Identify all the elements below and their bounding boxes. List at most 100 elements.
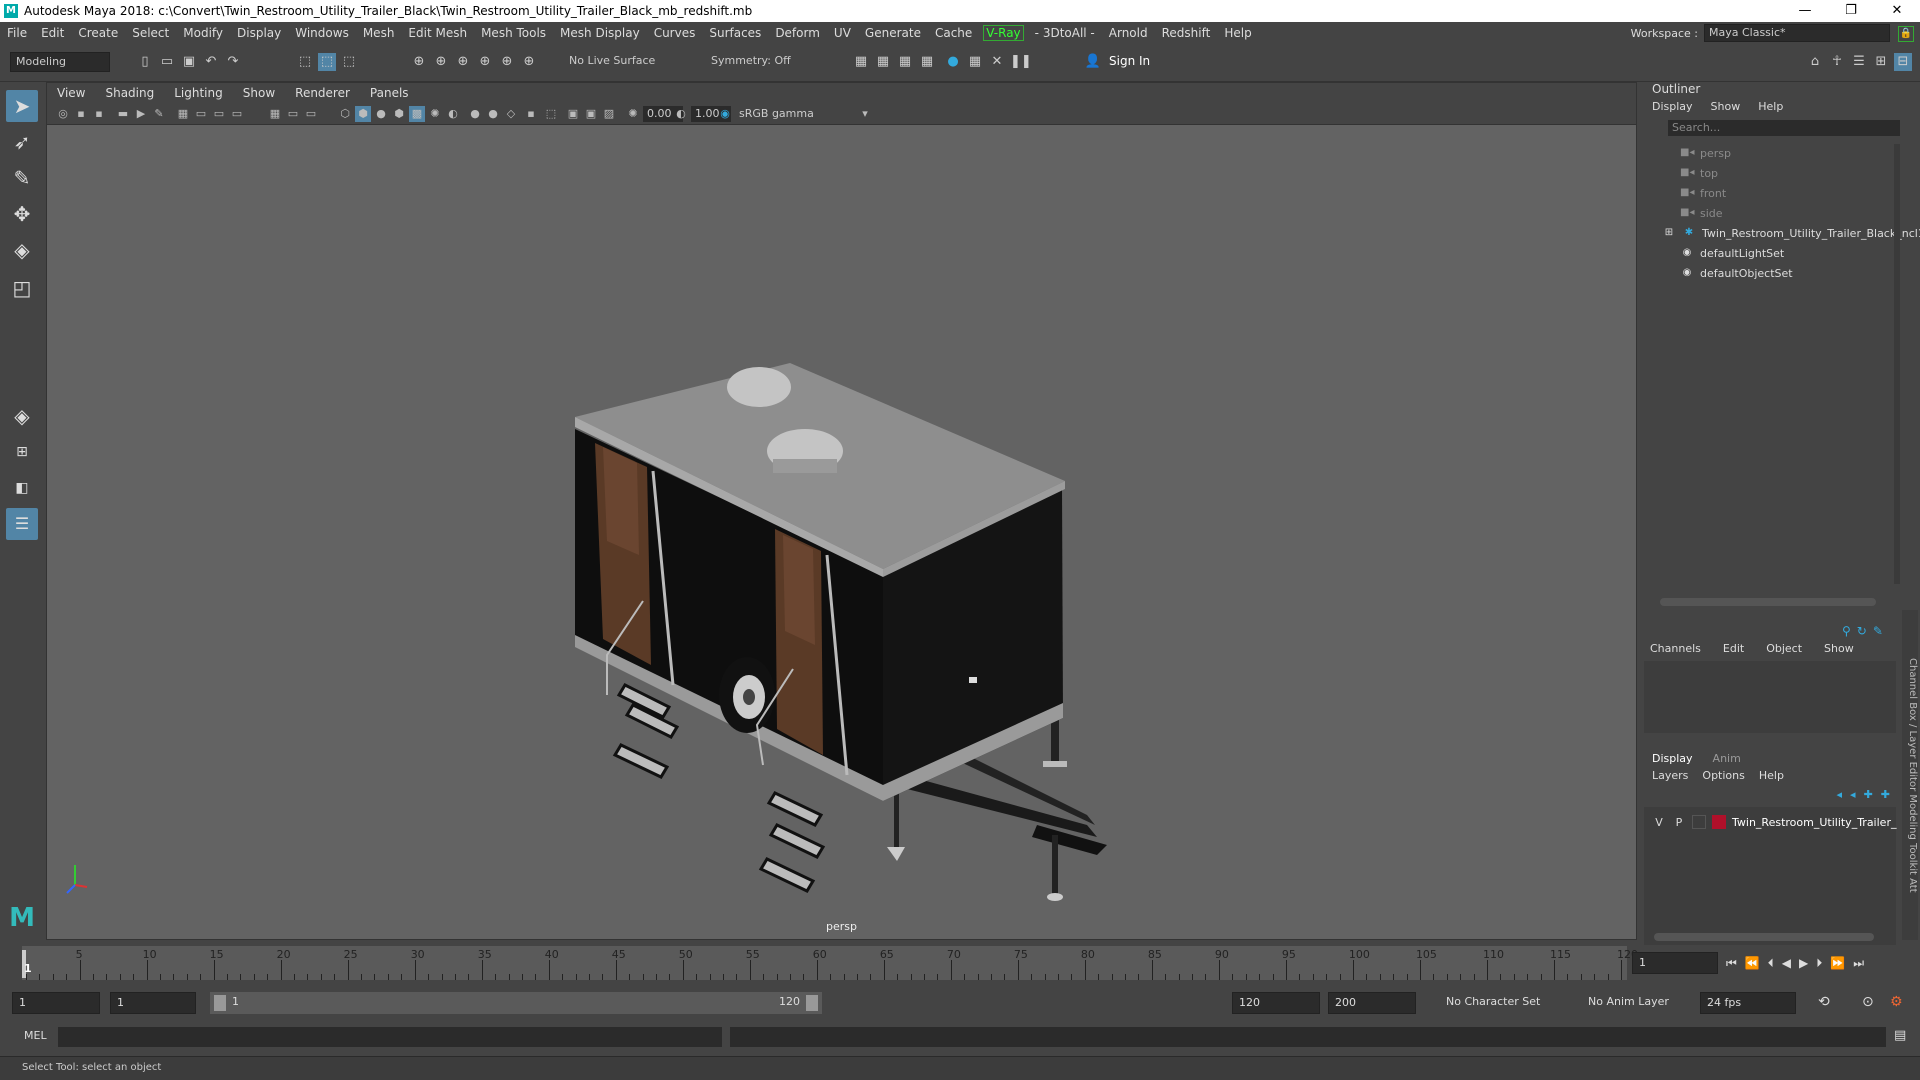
menu-file[interactable]: File (0, 26, 34, 40)
render-settings-icon[interactable]: ▦ (918, 53, 936, 71)
go-to-start-icon[interactable]: ⏮ (1726, 956, 1737, 971)
live-surface-field[interactable]: No Live Surface (564, 52, 664, 72)
side-tabs[interactable]: Channel Box / Layer Editor Modeling Tool… (1902, 610, 1918, 940)
chevron-down-icon[interactable]: ▾ (857, 106, 873, 122)
menu-arnold[interactable]: Arnold (1102, 26, 1155, 40)
channel-box-icon[interactable]: ⊟ (1894, 53, 1912, 71)
smooth-shade-icon[interactable]: ⬢ (355, 106, 371, 122)
menu-curves[interactable]: Curves (647, 26, 703, 40)
two-view-icon[interactable]: ◧ (6, 472, 38, 504)
script-editor-icon[interactable]: ▤ (1894, 1028, 1906, 1043)
menu-surfaces[interactable]: Surfaces (702, 26, 768, 40)
current-frame-field[interactable]: 1 (1632, 952, 1718, 974)
close-button[interactable]: ✕ (1874, 0, 1920, 22)
timeline-track[interactable]: 1 5 10 15 20 25 30 35 40 45 50 55 60 65 70 75 80 85 90 95 1… (22, 946, 1638, 980)
undo-icon[interactable]: ↶ (202, 53, 220, 71)
shadows-icon[interactable]: ◐ (445, 106, 461, 122)
image-plane-icon[interactable]: ▬ (115, 106, 131, 122)
outliner-item-side[interactable]: ■◂ side (1680, 204, 1723, 222)
move-layer-down-icon[interactable]: ◂ (1850, 788, 1856, 801)
menu-modify[interactable]: Modify (176, 26, 230, 40)
outliner-item-default-object-set[interactable]: ◉ defaultObjectSet (1680, 264, 1793, 282)
menu-mesh[interactable]: Mesh (356, 26, 402, 40)
layer-tab-anim[interactable]: Anim (1713, 752, 1741, 765)
hypershade-icon[interactable]: ● (944, 53, 962, 71)
rotate-tool-icon[interactable]: ◈ (6, 234, 38, 266)
go-to-end-icon[interactable]: ⏭ (1853, 956, 1864, 971)
grease-pencil-icon[interactable]: ✎ (151, 106, 167, 122)
exposure-icon[interactable]: ✺ (625, 106, 641, 122)
outliner-item-persp[interactable]: ■◂ persp (1680, 144, 1731, 162)
preferences-icon[interactable]: ⚙ (1890, 994, 1903, 1010)
auto-key-icon[interactable]: ⊙ (1862, 994, 1874, 1010)
layer-tab-display[interactable]: Display (1652, 752, 1693, 765)
layer-color-swatch[interactable] (1712, 815, 1726, 829)
xray-icon[interactable]: ▣ (565, 106, 581, 122)
channel-menu-object[interactable]: Object (1766, 642, 1802, 655)
character-controls-icon[interactable]: ☥ (1828, 53, 1846, 71)
animation-end-field[interactable]: 200 (1328, 992, 1416, 1014)
select-tool-icon[interactable]: ➤ (6, 90, 38, 122)
color-management-icon[interactable]: ◉ (717, 106, 733, 122)
select-hierarchy-icon[interactable]: ⬚ (296, 53, 314, 71)
anti-aliasing-icon[interactable]: ◇ (503, 106, 519, 122)
snap-surface-icon[interactable]: ⊕ (498, 53, 516, 71)
viewport-panel[interactable]: View Shading Lighting Show Renderer Pane… (46, 82, 1637, 940)
maximize-button[interactable]: ❐ (1828, 0, 1874, 22)
character-set-dropdown[interactable]: No Character Set (1440, 992, 1576, 1014)
bookmarks-icon[interactable]: ▪ (91, 106, 107, 122)
viewport-menu-renderer[interactable]: Renderer (285, 86, 360, 100)
snap-curve-icon[interactable]: ⊕ (432, 53, 450, 71)
wireframe-on-shaded-icon[interactable]: ⬢ (391, 106, 407, 122)
depth-of-field-icon[interactable]: ▪ (523, 106, 539, 122)
gate-mask-icon[interactable]: ▭ (229, 106, 245, 122)
menu-windows[interactable]: Windows (288, 26, 356, 40)
new-layer-selected-icon[interactable]: ✚ (1881, 788, 1890, 801)
snap-point-icon[interactable]: ⊕ (454, 53, 472, 71)
viewport-menu-panels[interactable]: Panels (360, 86, 419, 100)
viewport-menu-show[interactable]: Show (233, 86, 285, 100)
outliner-layout-icon[interactable]: ☰ (6, 508, 38, 540)
menu-redshift[interactable]: Redshift (1155, 26, 1218, 40)
loop-icon[interactable]: ⟲ (1818, 994, 1830, 1010)
step-forward-key-icon[interactable]: ⏩ (1830, 956, 1845, 971)
range-end-handle[interactable] (806, 995, 818, 1011)
outliner-item-trailer[interactable]: ⊞ ✱ Twin_Restroom_Utility_Trailer_Black_nc… (1662, 224, 1920, 242)
open-scene-icon[interactable]: ▭ (158, 53, 176, 71)
resolution-gate-icon[interactable]: ▭ (211, 106, 227, 122)
field-chart-icon[interactable]: ▦ (267, 106, 283, 122)
lock-icon[interactable]: 🔒 (1898, 26, 1914, 42)
layer-menu-options[interactable]: Options (1702, 769, 1744, 782)
menu-uv[interactable]: UV (827, 26, 858, 40)
menu-mesh-display[interactable]: Mesh Display (553, 26, 647, 40)
layer-reference-toggle[interactable] (1692, 815, 1706, 829)
playback-start-field[interactable]: 1 (110, 992, 196, 1014)
layer-menu-layers[interactable]: Layers (1652, 769, 1688, 782)
move-tool-icon[interactable]: ✥ (6, 198, 38, 230)
use-all-lights-icon[interactable]: ✺ (427, 106, 443, 122)
layer-playback-toggle[interactable]: P (1672, 816, 1686, 829)
camera-select-icon[interactable]: ◎ (55, 106, 71, 122)
layer-visibility-toggle[interactable]: V (1652, 816, 1666, 829)
command-input[interactable] (58, 1027, 722, 1047)
pause-icon[interactable]: ❚❚ (1010, 53, 1032, 71)
outliner-item-default-light-set[interactable]: ◉ defaultLightSet (1680, 244, 1785, 262)
select-object-icon[interactable]: ⬚ (318, 53, 336, 71)
command-language-label[interactable]: MEL (24, 1029, 47, 1042)
expand-icon[interactable]: ⊞ (1662, 227, 1676, 239)
new-layer-icon[interactable]: ✚ (1864, 788, 1873, 801)
textured-icon[interactable]: ▩ (409, 106, 425, 122)
outliner-item-top[interactable]: ■◂ top (1680, 164, 1718, 182)
menu-edit-mesh[interactable]: Edit Mesh (401, 26, 474, 40)
play-forward-icon[interactable]: ▶ (1799, 956, 1808, 971)
range-start-handle[interactable] (214, 995, 226, 1011)
safe-action-icon[interactable]: ▭ (285, 106, 301, 122)
menu-edit[interactable]: Edit (34, 26, 71, 40)
playback-end-field[interactable]: 120 (1232, 992, 1320, 1014)
menu-display[interactable]: Display (230, 26, 288, 40)
lasso-tool-icon[interactable]: ➶ (6, 126, 38, 158)
two-d-pan-icon[interactable]: ▶ (133, 106, 149, 122)
menu-help[interactable]: Help (1217, 26, 1258, 40)
layer-menu-help[interactable]: Help (1759, 769, 1784, 782)
channel-menu-channels[interactable]: Channels (1650, 642, 1701, 655)
